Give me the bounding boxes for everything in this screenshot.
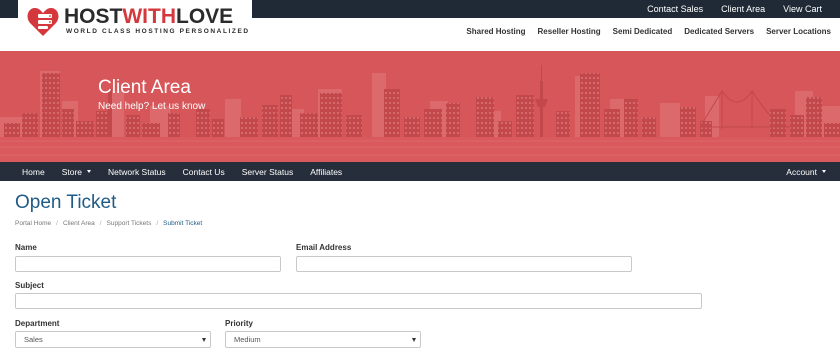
heart-server-icon bbox=[27, 8, 59, 36]
shared-hosting-link[interactable]: Shared Hosting bbox=[466, 27, 525, 36]
product-nav: Shared Hosting Reseller Hosting Semi Ded… bbox=[466, 25, 831, 37]
logo-title: HOSTWITHLOVE bbox=[64, 5, 234, 28]
email-field[interactable] bbox=[296, 256, 632, 272]
nav-store[interactable]: Store bbox=[62, 167, 92, 177]
breadcrumb: Portal Home / Client Area / Support Ticket… bbox=[15, 220, 203, 227]
account-menu[interactable]: Account bbox=[786, 162, 826, 181]
breadcrumb-support-tickets[interactable]: Support Tickets bbox=[107, 220, 152, 227]
chevron-down-icon bbox=[412, 338, 416, 342]
nav-server-status[interactable]: Server Status bbox=[242, 167, 294, 177]
department-label: Department bbox=[15, 319, 60, 328]
page-title: Open Ticket bbox=[15, 192, 117, 213]
nav-home[interactable]: Home bbox=[22, 167, 45, 177]
priority-label: Priority bbox=[225, 319, 254, 328]
chevron-down-icon bbox=[202, 338, 206, 342]
nav-contact-us[interactable]: Contact Us bbox=[183, 167, 225, 177]
breadcrumb-client-area[interactable]: Client Area bbox=[63, 220, 95, 227]
banner-title: Client Area bbox=[98, 77, 191, 98]
top-links: Contact Sales Client Area View Cart bbox=[647, 0, 822, 18]
name-label: Name bbox=[15, 243, 37, 252]
nav-network-status[interactable]: Network Status bbox=[108, 167, 166, 177]
main-nav: Home Store Network Status Contact Us Ser… bbox=[0, 162, 840, 181]
contact-sales-link[interactable]: Contact Sales bbox=[647, 4, 703, 14]
email-label: Email Address bbox=[296, 243, 352, 252]
subject-field[interactable] bbox=[15, 293, 702, 309]
dedicated-servers-link[interactable]: Dedicated Servers bbox=[684, 27, 754, 36]
view-cart-link[interactable]: View Cart bbox=[783, 4, 822, 14]
breadcrumb-submit-ticket: Submit Ticket bbox=[163, 220, 203, 227]
nav-affiliates[interactable]: Affiliates bbox=[310, 167, 342, 177]
client-area-link[interactable]: Client Area bbox=[721, 4, 765, 14]
reseller-hosting-link[interactable]: Reseller Hosting bbox=[538, 27, 601, 36]
priority-select[interactable]: Medium bbox=[225, 331, 421, 348]
banner-subtitle: Need help? Let us know bbox=[98, 101, 206, 112]
chevron-down-icon bbox=[87, 170, 92, 173]
chevron-down-icon bbox=[822, 170, 826, 173]
logo-tagline: WORLD CLASS HOSTING PERSONALIZED bbox=[66, 28, 250, 35]
server-locations-link[interactable]: Server Locations bbox=[766, 27, 831, 36]
logo[interactable]: HOSTWITHLOVE WORLD CLASS HOSTING PERSONA… bbox=[18, 0, 252, 44]
subject-label: Subject bbox=[15, 281, 44, 290]
name-field[interactable] bbox=[15, 256, 281, 272]
semi-dedicated-link[interactable]: Semi Dedicated bbox=[613, 27, 673, 36]
department-select[interactable]: Sales bbox=[15, 331, 211, 348]
breadcrumb-portal-home[interactable]: Portal Home bbox=[15, 220, 51, 227]
